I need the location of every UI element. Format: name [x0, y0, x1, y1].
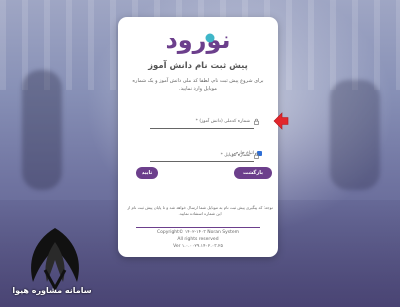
national-code-label: شماره کدملی (دانش آموز) *: [195, 119, 250, 124]
background-figure: [330, 80, 380, 190]
mobile-label: شماره موبایل *: [220, 153, 250, 158]
mobile-input[interactable]: [150, 161, 254, 162]
footer-divider: [136, 227, 260, 228]
lock-icon: [254, 118, 259, 125]
page-description: برای شروع پیش ثبت نام، لطفا کد ملی دانش …: [132, 78, 264, 92]
note-text: توجه: کد پیگیری پیش ثبت نام به موبایل شم…: [127, 205, 273, 216]
phone-lock-icon: [254, 152, 259, 159]
background-figure: [22, 70, 62, 190]
logo-text: نورود: [165, 26, 230, 54]
version-text: Ver ۱.۰.۰۰۲۹.۱۴۰۲.۰۳.۲۵: [173, 244, 223, 249]
copyright-text: Copyright© ۱۴۰۲-۱۴۰۳ Noran System: [156, 230, 240, 235]
annotation-arrow-icon: [273, 112, 289, 130]
rights-text: All rights reserved: [177, 237, 219, 242]
noran-logo: نورود: [165, 26, 230, 54]
page-title: پیش ثبت نام دانش آموز: [148, 61, 248, 71]
logo-dot: [205, 33, 215, 43]
brand-text: سامانه مشاوره هیوا: [12, 286, 92, 295]
registration-card: نورود پیش ثبت نام دانش آموز برای شروع پی…: [118, 17, 278, 257]
national-code-input[interactable]: [150, 128, 254, 129]
back-button[interactable]: بازگشت: [234, 167, 272, 179]
confirm-button[interactable]: تایید: [136, 167, 158, 179]
